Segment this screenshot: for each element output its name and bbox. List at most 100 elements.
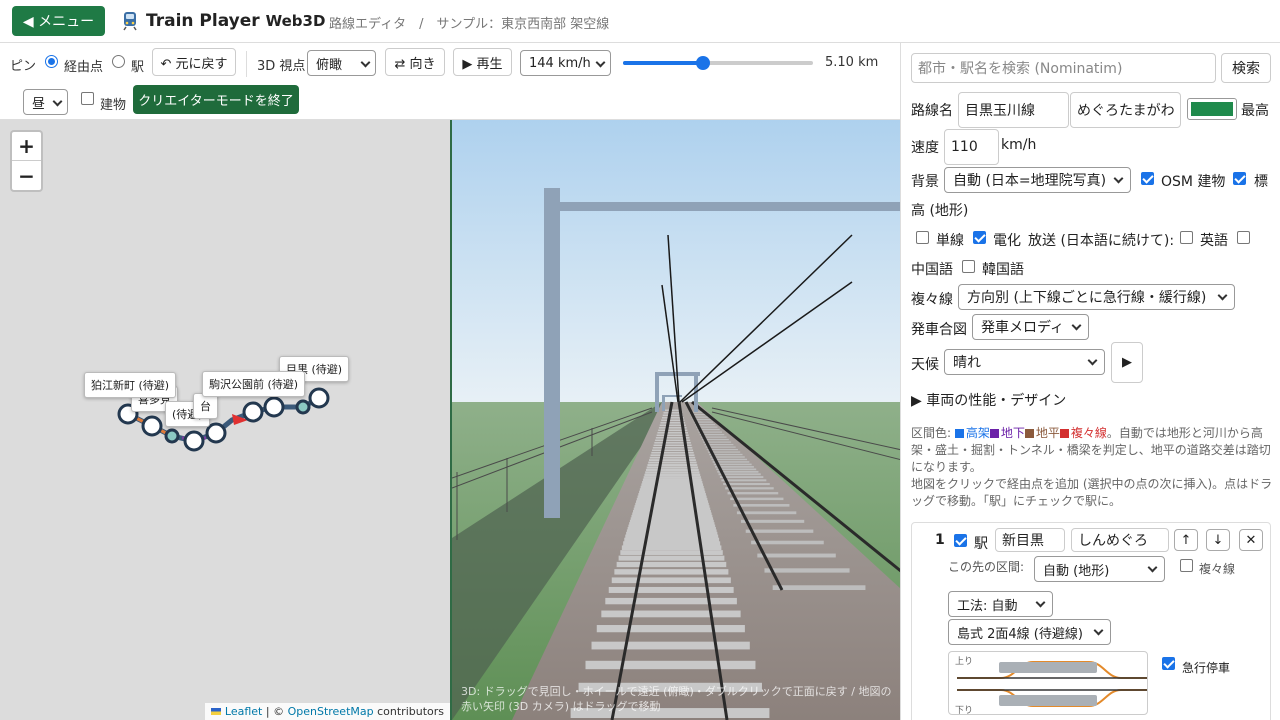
korean-checkbox[interactable] bbox=[962, 260, 975, 273]
leaflet-link[interactable]: Leaflet bbox=[225, 705, 262, 718]
chinese-checkbox[interactable] bbox=[1237, 231, 1250, 244]
sleeper bbox=[733, 504, 790, 507]
chevron-down-icon bbox=[595, 57, 606, 68]
station-tag[interactable]: 狛江新町 (待避) bbox=[84, 372, 177, 398]
section-multi-checkbox[interactable] bbox=[1180, 559, 1193, 572]
help-elevated: 高架 bbox=[965, 426, 990, 440]
max-speed-label: 最高 bbox=[1241, 103, 1269, 119]
speed-label: 速度 bbox=[911, 140, 939, 156]
multi-track-select[interactable]: 方向別 (上下線ごとに急行線・緩行線) bbox=[958, 284, 1235, 310]
announcement-label: 放送 (日本語に続けて): bbox=[1028, 233, 1175, 249]
location-search-input[interactable]: 都市・駅名を検索 (Nominatim) bbox=[911, 53, 1216, 83]
help-text: 区間色: 高架 地下 地平 複々線。自動では地形と河川から高架・盛土・掘割・トンネル・… bbox=[911, 425, 1273, 510]
slider-thumb[interactable] bbox=[695, 56, 710, 70]
single-track-label: 単線 bbox=[936, 233, 964, 249]
view-select[interactable]: 俯瞰 bbox=[307, 50, 376, 76]
english-label: 英語 bbox=[1200, 233, 1228, 249]
elevation-checkbox[interactable] bbox=[1233, 172, 1246, 185]
sleeper bbox=[727, 492, 779, 495]
line-color-picker[interactable] bbox=[1187, 98, 1237, 120]
buildings-checkbox[interactable] bbox=[81, 92, 94, 105]
undo-button[interactable]: ↶ 元に戻す bbox=[152, 48, 236, 76]
position-slider[interactable] bbox=[623, 56, 813, 70]
departure-signal-select-value: 発車メロディ bbox=[981, 320, 1065, 336]
osm-buildings-label: OSM 建物 bbox=[1161, 174, 1226, 190]
max-speed-input[interactable]: 110 bbox=[944, 129, 999, 165]
chevron-down-icon bbox=[360, 57, 371, 68]
diagram-down-label: 下り bbox=[955, 706, 974, 715]
speed-select[interactable]: 144 km/h bbox=[520, 50, 611, 76]
line-name-input[interactable]: 目黒玉川線 bbox=[958, 92, 1069, 128]
scene-3d bbox=[452, 120, 900, 720]
background-label: 背景 bbox=[911, 174, 939, 190]
station-name-input[interactable]: 新目黒 bbox=[995, 528, 1065, 552]
weather-preview-button[interactable]: ▶ bbox=[1111, 342, 1143, 383]
time-select[interactable]: 昼 bbox=[23, 89, 68, 115]
route-node[interactable] bbox=[242, 401, 264, 423]
osm-link[interactable]: OpenStreetMap bbox=[288, 705, 374, 718]
route-node[interactable] bbox=[308, 387, 330, 409]
background-select[interactable]: 自動 (日本=地理院写真) bbox=[944, 167, 1131, 193]
line-kana-input[interactable]: めぐろたまがわ bbox=[1070, 92, 1181, 128]
route-map[interactable]: 喜多見 狛江新町 (待避) (待避) 台 目黒 (待避) 駒沢公園前 (待避) … bbox=[0, 120, 450, 720]
route-node[interactable] bbox=[141, 415, 163, 437]
station-radio[interactable] bbox=[112, 55, 125, 68]
direction-button[interactable]: ⇄ 向き bbox=[385, 48, 445, 76]
electrified-checkbox[interactable] bbox=[973, 231, 986, 244]
single-track-checkbox[interactable] bbox=[916, 231, 929, 244]
route-node[interactable] bbox=[164, 428, 180, 444]
move-down-button[interactable]: ↓ bbox=[1206, 529, 1230, 551]
vehicle-performance-toggle[interactable]: ▶ 車両の性能・デザイン bbox=[911, 390, 1066, 410]
chevron-down-icon bbox=[1071, 320, 1082, 331]
construction-method-select[interactable]: 工法: 自動 bbox=[948, 591, 1053, 617]
menu-button[interactable]: ◀ メニュー bbox=[12, 6, 105, 36]
chevron-down-icon bbox=[1087, 355, 1098, 366]
elevation-label-b: 高 (地形) bbox=[911, 203, 969, 219]
osm-buildings-checkbox[interactable] bbox=[1141, 172, 1154, 185]
route-overlay bbox=[117, 387, 330, 452]
search-button[interactable]: 検索 bbox=[1221, 53, 1271, 83]
route-node[interactable] bbox=[263, 396, 285, 418]
sleeper bbox=[611, 577, 731, 584]
station-kana-input[interactable]: しんめぐろ bbox=[1071, 528, 1169, 552]
exit-creator-mode-button[interactable]: クリエイターモードを終了 bbox=[133, 85, 299, 114]
zoom-in-button[interactable]: + bbox=[12, 132, 41, 161]
weather-select[interactable]: 晴れ bbox=[944, 349, 1105, 375]
ground-swatch bbox=[1024, 429, 1034, 438]
station-label: 駅 bbox=[131, 60, 145, 75]
departure-signal-label: 発車合図 bbox=[911, 322, 967, 338]
help-line2: 地図をクリックで経由点を追加 (選択中の点の次に挿入)。点はドラッグで移動。「駅… bbox=[911, 477, 1273, 508]
zoom-control: + − bbox=[10, 130, 43, 192]
sleeper bbox=[618, 555, 725, 561]
play-button[interactable]: ▶ 再生 bbox=[453, 48, 512, 76]
route-node[interactable] bbox=[205, 422, 227, 444]
line-settings-panel: 都市・駅名を検索 (Nominatim) 検索 路線名 目黒玉川線 めぐろたまが… bbox=[900, 43, 1280, 720]
help-ground: 地平 bbox=[1035, 426, 1060, 440]
sleeper bbox=[644, 473, 701, 477]
next-section-select[interactable]: 自動 (地形) bbox=[1034, 556, 1165, 582]
construction-method-select-value: 工法: 自動 bbox=[957, 598, 1018, 614]
route-node[interactable] bbox=[183, 430, 205, 452]
next-section-label: この先の区間: bbox=[948, 560, 1025, 574]
english-checkbox[interactable] bbox=[1180, 231, 1193, 244]
station-tag[interactable]: 駒沢公園前 (待避) bbox=[202, 371, 306, 397]
sleeper bbox=[614, 569, 729, 575]
station-checkbox[interactable] bbox=[954, 534, 967, 547]
korean-label: 韓国語 bbox=[982, 262, 1024, 278]
zoom-out-button[interactable]: − bbox=[12, 161, 41, 190]
waypoint-radio[interactable] bbox=[45, 55, 58, 68]
route-node[interactable] bbox=[295, 399, 311, 415]
departure-signal-select[interactable]: 発車メロディ bbox=[972, 314, 1089, 340]
chevron-down-icon bbox=[1035, 597, 1046, 608]
delete-station-button[interactable]: ✕ bbox=[1239, 529, 1263, 551]
platform-type-select[interactable]: 島式 2面4線 (待避線) bbox=[948, 619, 1111, 645]
express-stop-checkbox[interactable] bbox=[1162, 657, 1175, 670]
sleeper bbox=[605, 597, 737, 605]
sleeper bbox=[764, 568, 850, 573]
multi-track-label: 複々線 bbox=[911, 292, 953, 308]
sleeper bbox=[643, 476, 701, 479]
electrified-label: 電化 bbox=[993, 233, 1021, 249]
sleeper bbox=[757, 553, 836, 558]
track-3d-view[interactable]: 3D: ドラッグで見回し・ホイールで遠近 (俯瞰)・ダブルクリックで正面に戻す … bbox=[450, 120, 900, 720]
move-up-button[interactable]: ↑ bbox=[1174, 529, 1198, 551]
